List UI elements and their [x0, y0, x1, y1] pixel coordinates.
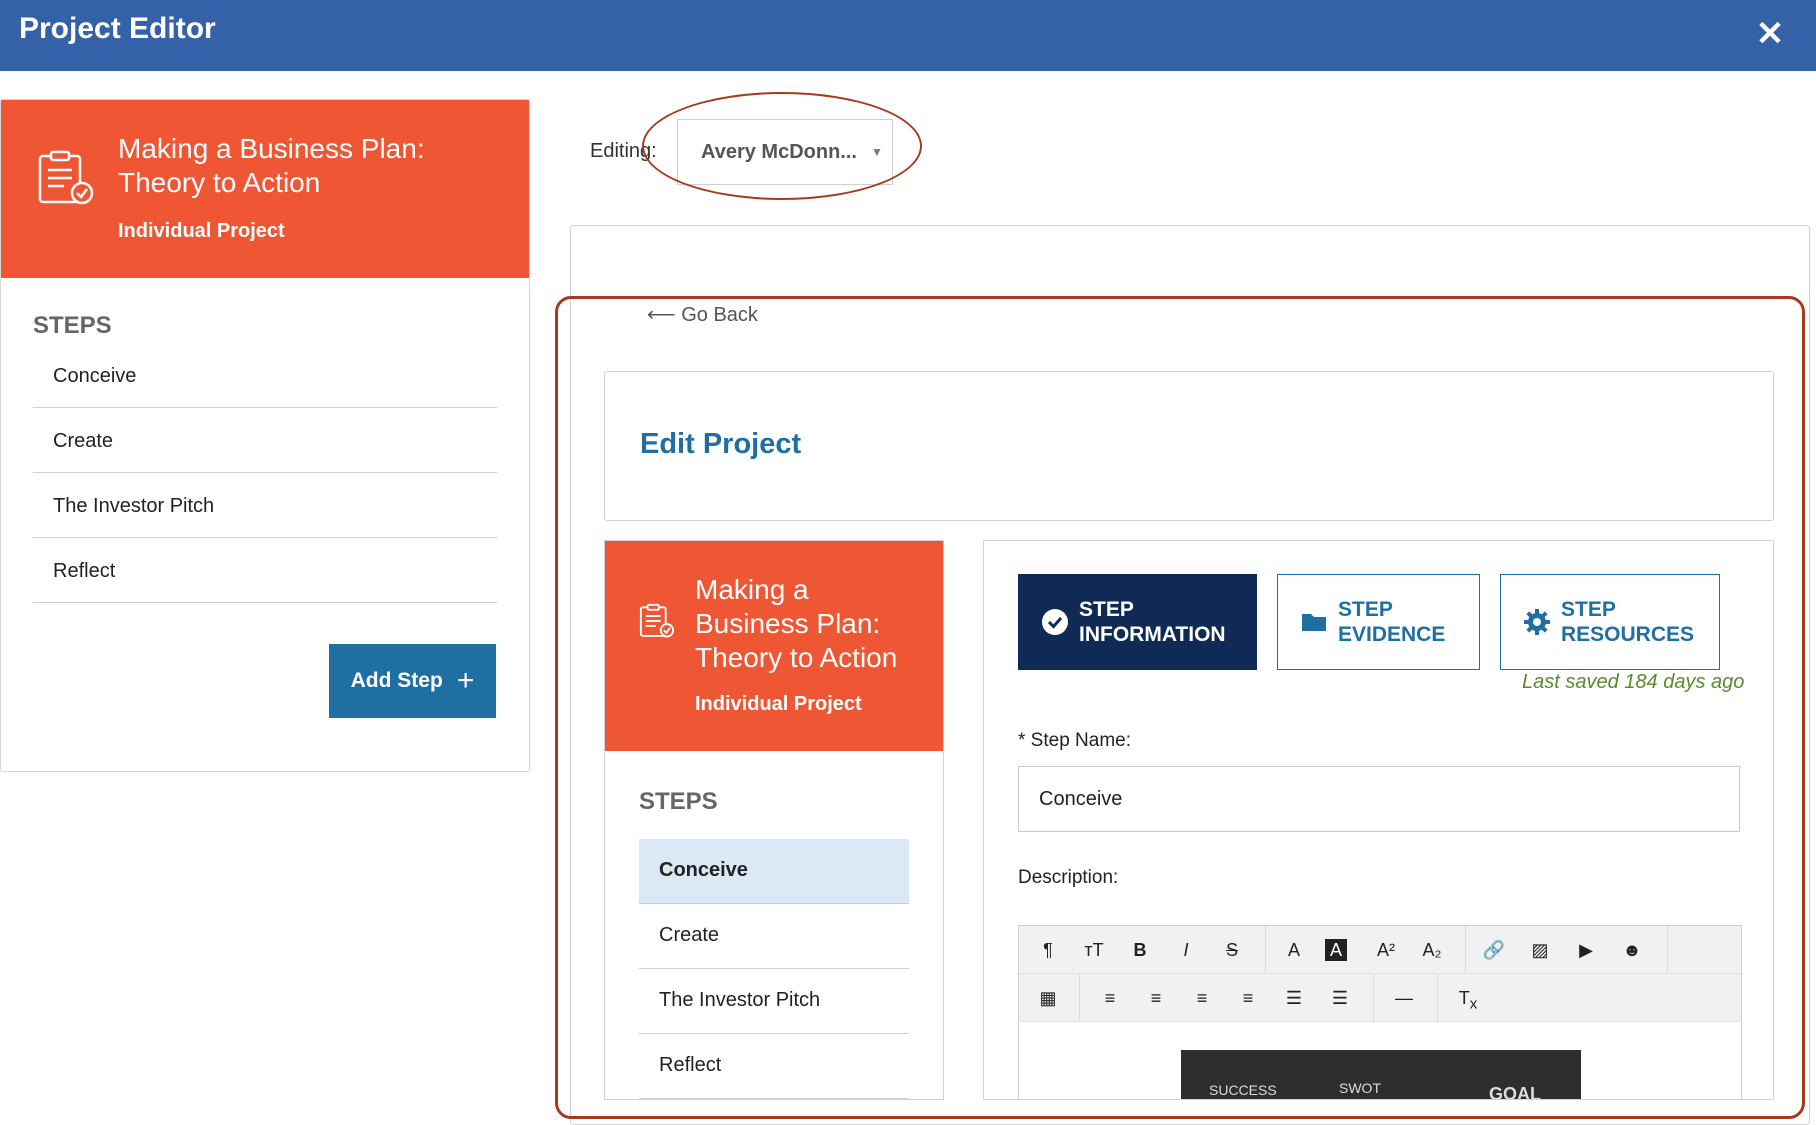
subscript-icon[interactable]: A₂	[1417, 936, 1447, 964]
strikethrough-icon[interactable]: S	[1217, 936, 1247, 964]
toolbar-row: ▦ ≡ ≡ ≡ ≡ ☰ ☰ — Tx	[1019, 974, 1741, 1022]
go-back-label: Go Back	[681, 304, 758, 326]
student-select[interactable]: Avery McDonn... ▼	[677, 119, 893, 185]
plus-icon: +	[456, 664, 475, 697]
project-type: Individual Project	[118, 220, 285, 242]
toolbar-divider	[1465, 926, 1466, 974]
editing-label: Editing:	[590, 140, 657, 162]
step-item[interactable]: Create	[639, 904, 909, 969]
toolbar-divider	[1667, 926, 1668, 974]
toolbar-row: ¶ тT B I S A A A² A₂ 🔗 ▨ ▶ ☻	[1019, 926, 1741, 974]
project-title: Making a Business Plan: Theory to Action	[695, 574, 898, 673]
link-icon[interactable]: 🔗	[1479, 936, 1509, 964]
step-name-input[interactable]: Conceive	[1018, 766, 1740, 832]
background-color-icon[interactable]: A	[1325, 939, 1347, 961]
image-icon[interactable]: ▨	[1525, 936, 1555, 964]
clipboard-check-icon	[639, 603, 675, 638]
toolbar-divider	[1265, 926, 1266, 974]
tab-step-resources[interactable]: STEP RESOURCES	[1500, 574, 1720, 670]
project-title: Making a Business Plan: Theory to Action	[118, 133, 425, 198]
rich-text-editor[interactable]: ¶ тT B I S A A A² A₂ 🔗 ▨ ▶ ☻ ▦ ≡ ≡ ≡ ≡ ☰…	[1018, 925, 1742, 1099]
step-item[interactable]: The Investor Pitch	[639, 969, 909, 1034]
align-left-icon[interactable]: ≡	[1095, 984, 1125, 1012]
toolbar-divider	[1373, 974, 1374, 1022]
step-item[interactable]: Reflect	[639, 1034, 909, 1099]
project-banner: Making a Business Plan: Theory to Action…	[1, 100, 529, 278]
table-icon[interactable]: ▦	[1033, 984, 1063, 1012]
tab-step-evidence[interactable]: STEP EVIDENCE	[1277, 574, 1480, 670]
project-sidebar: Making a Business Plan: Theory to Action…	[0, 99, 530, 772]
caret-down-icon: ▼	[870, 145, 883, 159]
add-step-label: Add Step	[350, 669, 443, 692]
page-title: Edit Project	[640, 428, 802, 460]
video-icon[interactable]: ▶	[1571, 936, 1601, 964]
add-step-button[interactable]: Add Step +	[329, 644, 496, 718]
align-justify-icon[interactable]: ≡	[1233, 984, 1263, 1012]
project-type: Individual Project	[695, 693, 862, 715]
close-icon[interactable]: ✕	[1752, 16, 1788, 52]
bullet-list-icon[interactable]: ☰	[1279, 984, 1309, 1012]
superscript-icon[interactable]: A²	[1371, 936, 1401, 964]
step-item-active[interactable]: Conceive	[639, 839, 909, 904]
description-label: Description:	[1018, 867, 1119, 888]
align-center-icon[interactable]: ≡	[1141, 984, 1171, 1012]
editor-step-list: Making a Business Plan: Theory to Action…	[604, 540, 944, 1100]
check-circle-icon	[1042, 609, 1068, 635]
go-back-link[interactable]: ⟵ Go Back	[647, 302, 758, 327]
arrow-left-icon: ⟵	[647, 304, 676, 326]
step-name-label: * Step Name:	[1018, 730, 1131, 751]
step-item[interactable]: Conceive	[33, 343, 497, 408]
title-bar: Project Editor ✕	[0, 0, 1816, 71]
emoji-icon[interactable]: ☻	[1617, 936, 1647, 964]
steps-heading: STEPS	[33, 312, 112, 339]
clipboard-check-icon	[38, 150, 94, 205]
embedded-image[interactable]: SUCCESS SWOT GOAL	[1181, 1050, 1581, 1099]
text-color-icon[interactable]: A	[1279, 936, 1309, 964]
window-title: Project Editor	[19, 12, 216, 45]
gear-icon	[1524, 609, 1550, 635]
steps-heading: STEPS	[639, 788, 718, 815]
toolbar-divider	[1079, 974, 1080, 1022]
last-saved-status: Last saved 184 days ago	[1522, 671, 1745, 693]
clear-formatting-icon[interactable]: Tx	[1453, 984, 1483, 1013]
edit-project-header: Edit Project	[604, 371, 1774, 521]
italic-icon[interactable]: I	[1171, 936, 1201, 964]
tab-step-information[interactable]: STEP INFORMATION	[1018, 574, 1257, 670]
step-item[interactable]: Reflect	[33, 538, 497, 603]
paragraph-format-icon[interactable]: ¶	[1033, 936, 1063, 964]
student-select-value: Avery McDonn...	[701, 140, 857, 163]
step-detail-panel: STEP INFORMATION STEP EVIDENCE STEP RESOURC…	[983, 540, 1774, 1100]
folder-icon	[1302, 614, 1326, 631]
font-size-icon[interactable]: тT	[1079, 936, 1109, 964]
project-banner: Making a Business Plan: Theory to Action…	[605, 541, 943, 751]
step-item[interactable]: The Investor Pitch	[33, 473, 497, 538]
horizontal-line-icon[interactable]: —	[1389, 984, 1419, 1012]
numbered-list-icon[interactable]: ☰	[1325, 984, 1355, 1012]
step-item[interactable]: Create	[33, 408, 497, 473]
toolbar-divider	[1437, 974, 1438, 1022]
align-right-icon[interactable]: ≡	[1187, 984, 1217, 1012]
bold-icon[interactable]: B	[1125, 936, 1155, 964]
